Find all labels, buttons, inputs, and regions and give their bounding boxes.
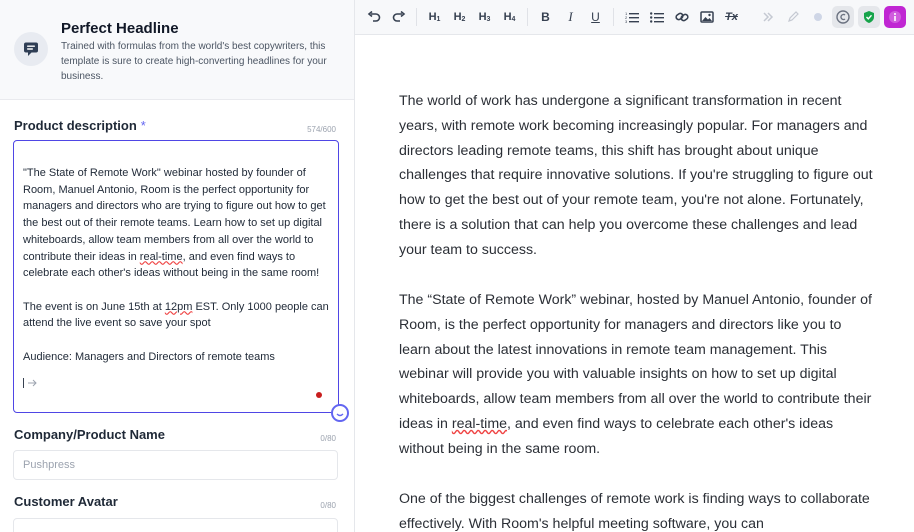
bold-button[interactable]: B <box>534 4 558 30</box>
copyright-button[interactable] <box>832 6 854 28</box>
pencil-icon[interactable] <box>781 4 805 30</box>
shield-check-button[interactable] <box>858 6 880 28</box>
company-name-input[interactable]: Pushpress <box>13 450 338 480</box>
product-description-counter: 574/600 <box>307 125 336 134</box>
heading-2-level: 2 <box>461 15 466 23</box>
link-icon <box>674 12 689 22</box>
underline-button[interactable]: U <box>584 4 608 30</box>
document-editor[interactable]: The world of work has undergone a signif… <box>355 35 914 532</box>
customer-avatar-counter: 0/80 <box>320 501 336 510</box>
product-description-text-part-1: "The State of Remote Work" webinar hoste… <box>23 167 329 263</box>
image-icon <box>699 11 714 23</box>
heading-1-button[interactable]: H1 <box>423 4 447 30</box>
info-button[interactable] <box>884 6 906 28</box>
ordered-list-button[interactable]: 123 <box>620 4 644 30</box>
template-title: Perfect Headline <box>61 20 179 37</box>
company-name-label: Company/Product Name <box>14 427 165 442</box>
editor-toolbar: H1 H2 H3 H4 B I U 123 Tx <box>355 0 914 35</box>
undo-icon <box>367 11 380 22</box>
template-header: Perfect Headline Trained with formulas f… <box>0 0 354 100</box>
product-description-label: Product description * <box>14 118 146 133</box>
company-name-counter: 0/80 <box>320 434 336 443</box>
info-icon <box>889 11 901 23</box>
heading-3-button[interactable]: H3 <box>473 4 497 30</box>
product-description-label-text: Product description <box>14 118 137 133</box>
svg-text:3: 3 <box>625 19 628 23</box>
spellcheck-word-12pm: 12pm <box>164 300 193 313</box>
editor-paragraph-2-part-1: The “State of Remote Work” webinar, host… <box>399 292 872 432</box>
product-description-textarea[interactable]: "The State of Remote Work" webinar hoste… <box>13 140 339 413</box>
heading-3-level: 3 <box>486 15 491 23</box>
text-cursor <box>23 378 39 391</box>
image-button[interactable] <box>695 4 719 30</box>
heading-2-button[interactable]: H2 <box>448 4 472 30</box>
required-asterisk: * <box>140 118 146 133</box>
ordered-list-icon: 123 <box>625 11 639 23</box>
editor-paragraph-1: The world of work has undergone a signif… <box>399 93 873 258</box>
product-description-text: "The State of Remote Work" webinar hoste… <box>23 165 329 365</box>
toolbar-divider <box>613 8 614 26</box>
heading-4-level: 4 <box>511 15 516 23</box>
double-chevron-right-icon[interactable] <box>756 4 780 30</box>
clear-format-button[interactable]: Tx <box>720 4 744 30</box>
chat-bubble-icon <box>14 32 48 66</box>
redo-icon <box>392 11 405 22</box>
heading-1-level: 1 <box>436 15 441 23</box>
textarea-resize-handle[interactable] <box>331 404 349 422</box>
heading-4-label: H <box>503 11 512 23</box>
heading-2-label: H <box>453 11 462 23</box>
redo-button[interactable] <box>387 4 411 30</box>
copyright-icon <box>836 10 850 24</box>
heading-3-label: H <box>478 11 487 23</box>
heading-1-label: H <box>428 11 437 23</box>
editor-paragraph-3: One of the biggest challenges of remote … <box>399 491 870 532</box>
circle-dot-icon[interactable] <box>806 4 830 30</box>
customer-avatar-label: Customer Avatar <box>14 494 118 509</box>
bullet-list-icon <box>649 12 664 23</box>
recording-indicator-dot <box>316 392 322 398</box>
italic-button[interactable]: I <box>559 4 583 30</box>
template-form-panel: Perfect Headline Trained with formulas f… <box>0 0 355 532</box>
undo-button[interactable] <box>362 4 386 30</box>
toolbar-divider <box>416 8 417 26</box>
customer-avatar-input[interactable] <box>13 518 338 532</box>
spellcheck-word-real-time: real-time <box>139 250 183 263</box>
company-name-placeholder: Pushpress <box>23 459 75 471</box>
bullet-list-button[interactable] <box>645 4 669 30</box>
shield-check-icon <box>864 11 874 23</box>
template-description: Trained with formulas from the world's b… <box>61 41 327 82</box>
toolbar-divider <box>527 8 528 26</box>
editor-paragraph-2: The “State of Remote Work” webinar, host… <box>399 288 874 462</box>
link-button[interactable] <box>670 4 694 30</box>
heading-4-button[interactable]: H4 <box>498 4 522 30</box>
spellcheck-word-real-time: real-time <box>451 415 508 432</box>
